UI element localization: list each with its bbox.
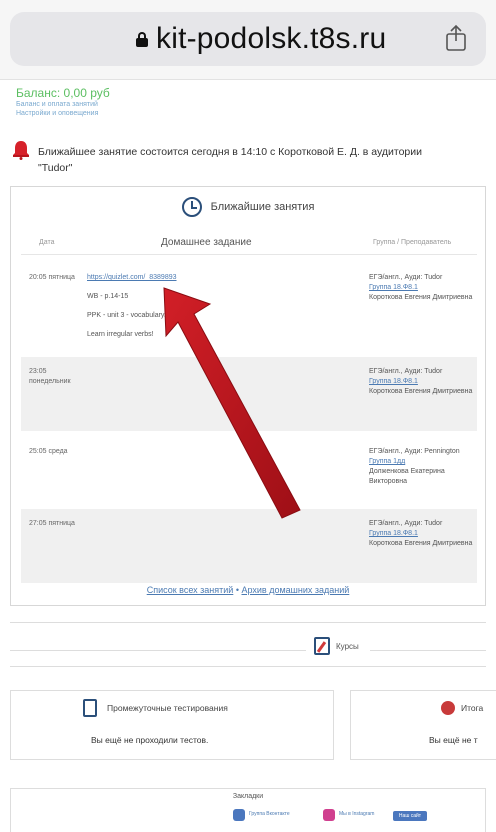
vk-icon[interactable] [233, 809, 245, 821]
link-separator: • [235, 585, 239, 595]
homework-link[interactable]: https://quizlet.com/_8389893 [87, 273, 187, 283]
homework-line: WB - p.14-15 [87, 293, 129, 300]
group-name: ЕГЭ/англ., Ауди: Tudor [369, 520, 443, 527]
panel-title: Ближайшие занятия [11, 197, 485, 217]
table-header: Дата Домашнее задание Группа / Преподава… [21, 231, 477, 255]
row-group: ЕГЭ/англ., Ауди: Tudor Группа 18.Ф8.1 Ко… [369, 367, 473, 397]
homework-line: PPK - unit 3 - vocabulary... ex. 1 [87, 312, 187, 319]
row-date: 25:05 среда [29, 448, 68, 455]
share-icon[interactable] [444, 24, 468, 52]
divider [10, 622, 486, 623]
homework-archive-link[interactable]: Архив домашних заданий [241, 585, 349, 595]
table-row: 23:05 понедельник ЕГЭ/англ., Ауди: Tudor… [21, 357, 477, 431]
divider [370, 650, 486, 651]
teacher-name: Короткова Евгения Дмитриевна [369, 540, 473, 547]
clipboard-icon [83, 699, 97, 717]
bookmarks-title: Закладки [232, 793, 264, 800]
homework-line: Learn irregular verbs! [87, 331, 154, 338]
instagram-icon[interactable] [323, 809, 335, 821]
panel-title-text: Ближайшие занятия [210, 200, 315, 213]
row-group: ЕГЭ/англ., Ауди: Tudor Группа 18.Ф8.1 Ко… [369, 273, 473, 303]
teacher-name: Долженкова Екатерина Викторовна [369, 468, 445, 485]
col-group: Группа / Преподаватель [373, 239, 452, 246]
courses-icon [314, 637, 330, 655]
teacher-name: Короткова Евгения Дмитриевна [369, 388, 473, 395]
row-group: ЕГЭ/англ., Ауди: Pennington Группа 1дд Д… [369, 447, 473, 487]
group-name: ЕГЭ/англ., Ауди: Pennington [369, 448, 460, 455]
finals-title: Итога [461, 703, 484, 713]
group-link[interactable]: Группа 18.Ф8.1 [369, 283, 473, 293]
finals-empty-text: Вы ещё не т [429, 735, 478, 745]
browser-toolbar: kit-podolsk.t8s.ru [0, 0, 496, 80]
table-row: 25:05 среда ЕГЭ/англ., Ауди: Pennington … [21, 437, 477, 511]
table-row: 20:05 пятница https://quizlet.com/_83898… [21, 263, 477, 351]
instagram-link[interactable]: Мы в Instagram [339, 811, 374, 817]
group-link[interactable]: Группа 18.Ф8.1 [369, 377, 473, 387]
vk-link[interactable]: Группа Вконтакте [249, 811, 290, 817]
tests-title: Промежуточные тестирования [107, 703, 228, 713]
courses-title[interactable]: Курсы [336, 642, 359, 651]
finals-card: Итога Вы ещё не т [350, 690, 496, 760]
upcoming-lessons-panel: Ближайшие занятия Дата Домашнее задание … [10, 186, 486, 606]
row-date: 23:05 понедельник [29, 368, 71, 385]
lessons-links: Список всех занятий • Архив домашних зад… [11, 585, 485, 595]
row-date: 27:05 пятница [29, 520, 75, 527]
balance-text: Баланс: 0,00 руб [16, 86, 110, 100]
teacher-name: Короткова Евгения Дмитриевна [369, 294, 473, 301]
group-link[interactable]: Группа 1дд [369, 457, 473, 467]
url-text[interactable]: kit-podolsk.t8s.ru [156, 22, 386, 56]
col-date: Дата [39, 239, 55, 246]
bell-icon [13, 141, 29, 160]
group-name: ЕГЭ/англ., Ауди: Tudor [369, 368, 443, 375]
divider [10, 666, 486, 667]
all-lessons-link[interactable]: Список всех занятий [147, 585, 234, 595]
notice-text: Ближайшее занятие состоится сегодня в 14… [38, 146, 423, 174]
table-row: 27:05 пятница ЕГЭ/англ., Ауди: Tudor Гру… [21, 509, 477, 583]
courses-section: Курсы [0, 632, 496, 666]
medal-icon [441, 701, 455, 715]
group-link[interactable]: Группа 18.Ф8.1 [369, 529, 473, 539]
divider [10, 650, 306, 651]
website-button[interactable]: Наш сайт [393, 811, 427, 821]
row-homework: https://quizlet.com/_8389893 WB - p.14-1… [87, 273, 187, 349]
bookmarks-section: Закладки Группа Вконтакте Мы в Instagram… [10, 788, 486, 832]
row-date: 20:05 пятница [29, 274, 75, 281]
settings-link[interactable]: Настройки и оповещения [16, 110, 98, 117]
clock-icon [181, 197, 202, 217]
row-group: ЕГЭ/англ., Ауди: Tudor Группа 18.Ф8.1 Ко… [369, 519, 473, 549]
col-homework: Домашнее задание [161, 237, 252, 248]
address-bar[interactable]: kit-podolsk.t8s.ru [10, 12, 486, 66]
lock-icon [136, 32, 148, 47]
balance-link[interactable]: Баланс и оплата занятий [16, 101, 98, 108]
tests-card: Промежуточные тестирования Вы ещё не про… [10, 690, 334, 760]
group-name: ЕГЭ/англ., Ауди: Tudor [369, 274, 443, 281]
tests-empty-text: Вы ещё не проходили тестов. [91, 735, 209, 745]
